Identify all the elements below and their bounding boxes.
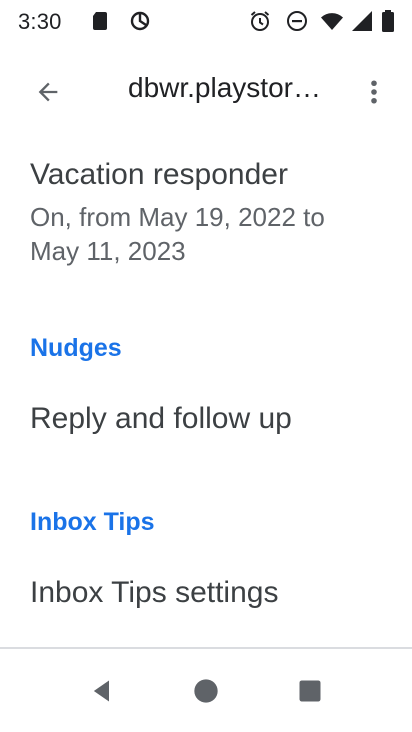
back-button[interactable] xyxy=(22,66,74,118)
sd-card-icon xyxy=(88,9,112,33)
reply-follow-up-title: Reply and follow up xyxy=(30,402,292,435)
screen: 3:30 dbwr.playstore@gmail.com xyxy=(0,0,412,732)
nav-home-button[interactable] xyxy=(184,669,228,713)
arrow-back-icon xyxy=(38,82,58,102)
more-vert-icon xyxy=(371,80,377,104)
vacation-responder-setting[interactable]: Vacation responder On, from May 19, 2022… xyxy=(0,140,412,290)
sync-icon xyxy=(128,9,152,33)
vacation-responder-title: Vacation responder xyxy=(30,158,288,191)
system-navigation-bar xyxy=(0,649,412,732)
do-not-disturb-icon xyxy=(285,9,309,33)
nav-back-icon xyxy=(93,680,109,702)
status-bar: 3:30 xyxy=(0,0,412,44)
nav-recents-icon xyxy=(299,680,321,702)
account-title: dbwr.playstore@gmail.com xyxy=(128,72,326,103)
app-bar: dbwr.playstore@gmail.com xyxy=(0,44,412,140)
vacation-responder-status: On, from May 19, 2022 to May 11, 2023 xyxy=(30,202,325,266)
inbox-tips-settings-title: Inbox Tips settings xyxy=(30,576,279,609)
inbox-tips-settings-setting[interactable]: Inbox Tips settings xyxy=(0,554,412,644)
battery-icon xyxy=(380,9,396,33)
nav-back-button[interactable] xyxy=(80,669,124,713)
alarm-icon xyxy=(248,9,272,33)
nav-home-icon xyxy=(194,679,218,703)
nav-recents-button[interactable] xyxy=(288,669,332,713)
inbox-tips-section-header: Inbox Tips xyxy=(30,508,155,536)
reply-follow-up-setting[interactable]: Reply and follow up xyxy=(0,380,412,470)
more-options-button[interactable] xyxy=(352,68,396,116)
nudges-section-header: Nudges xyxy=(30,334,122,362)
status-time: 3:30 xyxy=(18,9,62,34)
wifi-icon xyxy=(320,9,344,33)
settings-list: Vacation responder On, from May 19, 2022… xyxy=(0,140,412,648)
signal-icon xyxy=(350,9,374,33)
